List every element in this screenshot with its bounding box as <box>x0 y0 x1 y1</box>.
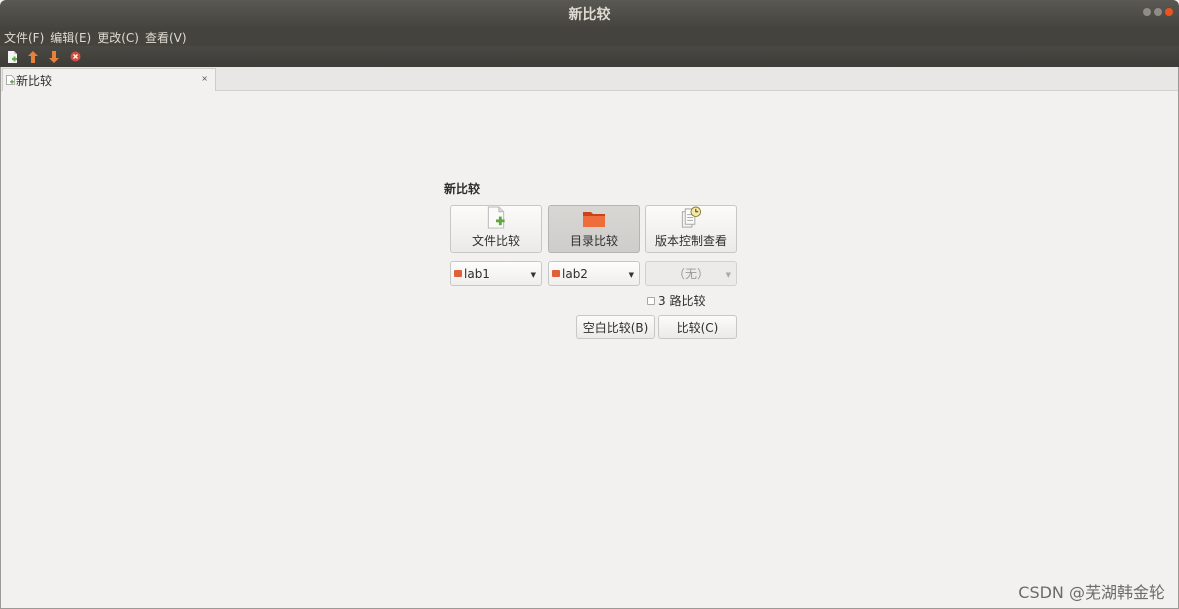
title-bar: 新比较 <box>0 0 1179 28</box>
blank-comparison-button[interactable]: 空白比较(B) <box>576 315 655 339</box>
three-way-checkbox[interactable]: 3 路比较 <box>647 292 705 309</box>
folder-icon <box>454 270 462 277</box>
second-directory-value: lab2 <box>562 266 588 281</box>
dropdown-arrow-icon: ▼ <box>628 271 634 279</box>
directory-comparison-button[interactable]: 目录比较 <box>548 205 640 253</box>
directory-comparison-label: 目录比较 <box>569 234 618 248</box>
dropdown-arrow-icon: ▼ <box>530 271 536 279</box>
close-window-button[interactable] <box>1165 8 1173 16</box>
maximize-button[interactable] <box>1154 8 1162 16</box>
section-heading: 新比较 <box>444 182 481 196</box>
checkbox-box[interactable] <box>647 296 655 305</box>
file-comparison-button[interactable]: 文件比较 <box>450 205 542 253</box>
third-directory-selector: （无） ▼ <box>645 261 737 286</box>
minimize-button[interactable] <box>1143 8 1151 16</box>
folder-icon <box>552 270 560 277</box>
dropdown-arrow-icon: ▼ <box>725 271 731 279</box>
arrow-up-icon[interactable] <box>27 50 39 63</box>
stop-icon[interactable] <box>69 51 81 63</box>
version-control-icon <box>681 206 702 228</box>
tab-new-comparison[interactable]: 新比较 × <box>2 68 216 91</box>
toolbar <box>0 46 1179 67</box>
tab-close-icon[interactable]: × <box>201 74 208 83</box>
third-directory-value: （无） <box>672 267 709 281</box>
watermark: CSDN @芜湖韩金轮 <box>1018 583 1165 602</box>
first-directory-selector[interactable]: lab1 ▼ <box>450 261 542 286</box>
window-border-left <box>0 67 1 609</box>
window-title: 新比较 <box>568 7 611 23</box>
menu-bar: 文件(F) 编辑(E) 更改(C) 查看(V) <box>0 28 1179 46</box>
tab-strip: 新比较 × <box>0 67 1179 91</box>
folder-icon <box>583 212 605 227</box>
compare-button[interactable]: 比较(C) <box>658 315 737 339</box>
new-comparison-tab-icon <box>6 75 15 85</box>
second-directory-selector[interactable]: lab2 ▼ <box>548 261 640 286</box>
three-way-label: 3 路比较 <box>658 294 706 308</box>
menu-edit[interactable]: 编辑(E) <box>50 29 91 46</box>
first-directory-value: lab1 <box>464 266 490 281</box>
new-comparison-icon[interactable] <box>6 50 18 63</box>
file-add-icon <box>487 206 505 229</box>
menu-view[interactable]: 查看(V) <box>145 29 187 46</box>
version-control-button[interactable]: 版本控制查看 <box>645 205 737 253</box>
window-controls <box>1143 8 1173 16</box>
arrow-down-icon[interactable] <box>48 50 60 63</box>
version-control-label: 版本控制查看 <box>654 234 727 248</box>
tab-label: 新比较 <box>16 73 53 88</box>
file-comparison-label: 文件比较 <box>471 234 520 248</box>
menu-file[interactable]: 文件(F) <box>4 29 44 46</box>
menu-changes[interactable]: 更改(C) <box>97 29 139 46</box>
